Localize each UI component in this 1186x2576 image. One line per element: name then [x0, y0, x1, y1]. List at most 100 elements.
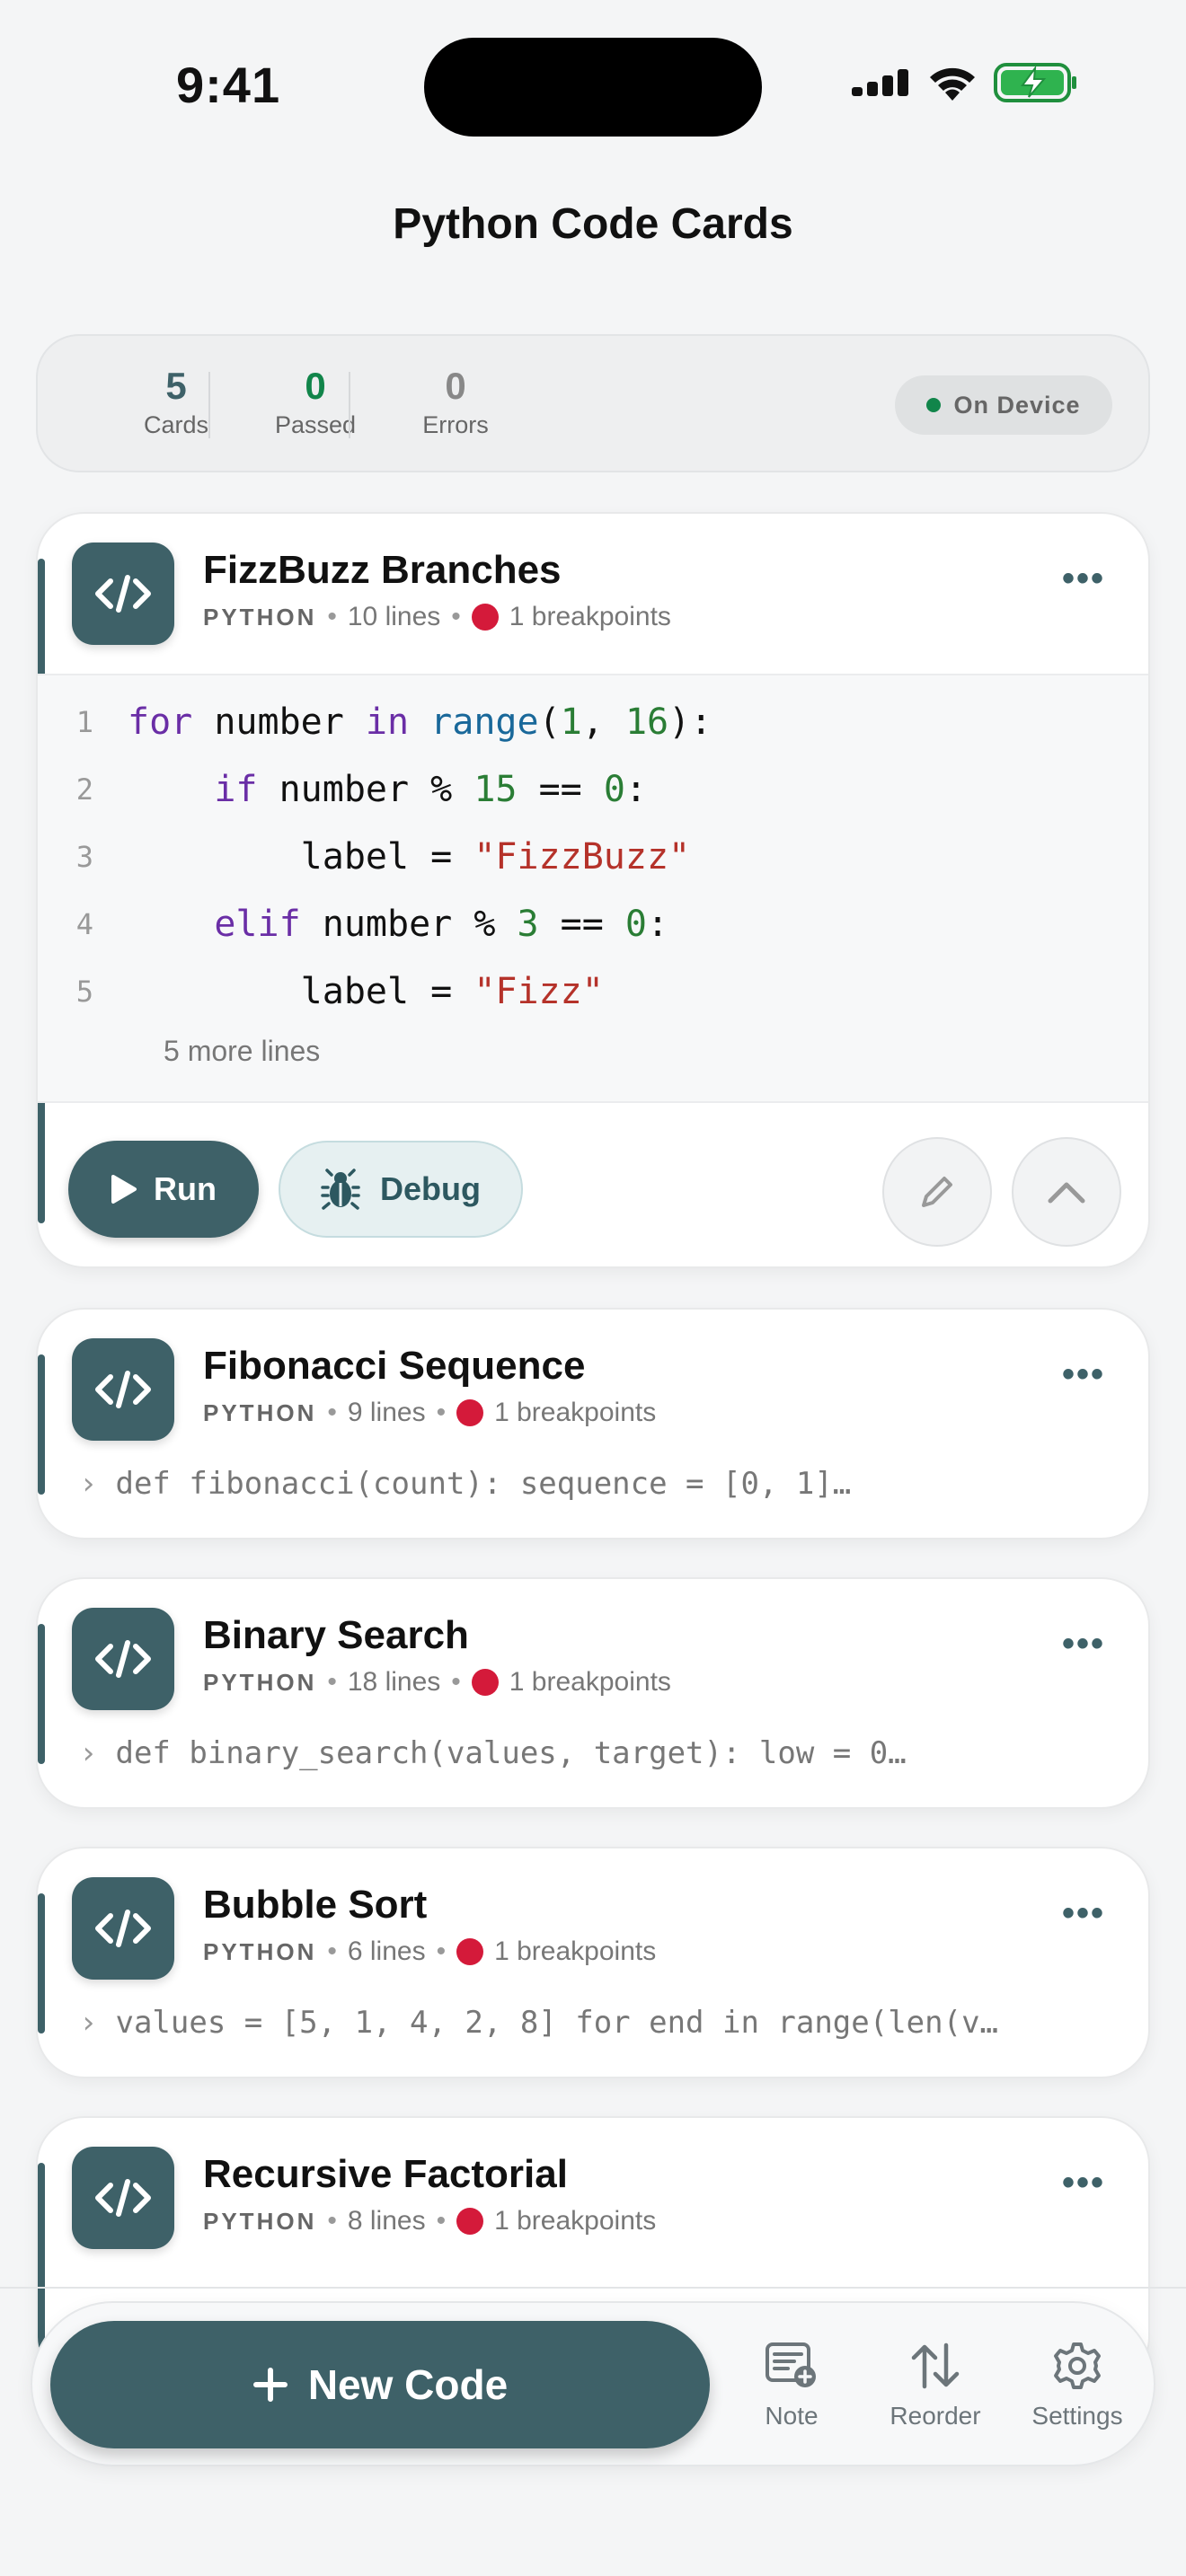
reorder-icon	[911, 2342, 960, 2389]
stat-passed-value: 0	[305, 365, 326, 407]
code-token: number %	[300, 904, 518, 945]
code-token: for	[128, 701, 193, 743]
code-line[interactable]: 1 for number in range(1, 16):	[38, 695, 712, 749]
code-token: label =	[128, 971, 474, 1012]
card-meta: PYTHON • 8 lines • 1 breakpoints	[203, 2206, 656, 2236]
code-token: ==	[538, 904, 625, 945]
code-preview[interactable]: › def binary_search(values, target): low …	[79, 1735, 1085, 1771]
stat-errors: 0 Errors	[388, 365, 523, 439]
card-line-count: 18 lines	[347, 1667, 441, 1697]
reorder-label: Reorder	[890, 2402, 981, 2430]
card-meta: PYTHON • 18 lines • 1 breakpoints	[203, 1667, 671, 1698]
wifi-icon	[930, 67, 975, 101]
edit-button[interactable]	[882, 1137, 992, 1247]
chevron-right-icon[interactable]: ›	[79, 1466, 97, 1502]
code-icon	[72, 1338, 174, 1441]
card-accent-bar	[38, 1893, 45, 2033]
chevron-right-icon[interactable]: ›	[79, 1735, 97, 1771]
line-number[interactable]: 1	[38, 705, 128, 739]
code-token: 0	[624, 904, 647, 945]
settings-label: Settings	[1031, 2402, 1123, 2430]
status-icons	[852, 63, 1078, 102]
more-options-icon[interactable]: •••	[1062, 1354, 1105, 1395]
card-meta: PYTHON • 10 lines • 1 breakpoints	[203, 602, 671, 632]
code-preview-text: def binary_search(values, target): low =…	[115, 1735, 907, 1771]
code-icon	[72, 1877, 174, 1980]
more-options-icon[interactable]: •••	[1062, 2163, 1105, 2203]
stat-divider	[208, 372, 210, 438]
card-meta: PYTHON • 6 lines • 1 breakpoints	[203, 1936, 656, 1967]
bug-icon	[321, 1169, 360, 1210]
note-label: Note	[765, 2402, 819, 2430]
meta-separator: •	[436, 1398, 447, 1427]
code-preview[interactable]: › values = [5, 1, 4, 2, 8] for end in ran…	[79, 2005, 1085, 2041]
debug-button[interactable]: Debug	[279, 1141, 523, 1238]
code-line[interactable]: 3 label = "FizzBuzz"	[38, 830, 690, 884]
more-lines-label[interactable]: 5 more lines	[164, 1035, 320, 1068]
code-card[interactable]: Binary Search PYTHON • 18 lines • 1 breakpoin…	[36, 1577, 1150, 1809]
card-title: Fibonacci Sequence	[203, 1344, 586, 1388]
card-language: PYTHON	[203, 1937, 317, 1965]
code-token: range	[430, 701, 539, 743]
meta-separator: •	[451, 1667, 461, 1697]
card-line-count: 6 lines	[347, 1936, 426, 1966]
card-accent-bar	[38, 1354, 45, 1495]
card-language: PYTHON	[203, 1398, 317, 1426]
code-icon	[72, 2147, 174, 2249]
on-device-label: On Device	[953, 391, 1081, 419]
reorder-button[interactable]: Reorder	[868, 2337, 1003, 2430]
code-editor[interactable]: 1 for number in range(1, 16): 2 if number …	[38, 674, 1148, 1103]
note-button[interactable]: Note	[724, 2337, 859, 2430]
breakpoint-icon	[456, 1938, 484, 1965]
settings-button[interactable]: Settings	[1010, 2337, 1145, 2430]
code-card[interactable]: Fibonacci Sequence PYTHON • 9 lines • 1 break…	[36, 1308, 1150, 1539]
code-token: 16	[624, 701, 669, 743]
code-line[interactable]: 4 elif number % 3 == 0:	[38, 897, 668, 951]
bottom-divider	[0, 2287, 1186, 2289]
card-language: PYTHON	[203, 603, 317, 631]
card-breakpoints: 1 breakpoints	[494, 1936, 657, 1966]
collapse-button[interactable]	[1012, 1137, 1121, 1247]
more-options-icon[interactable]: •••	[1062, 1624, 1105, 1664]
line-number[interactable]: 2	[38, 772, 128, 807]
code-token: ,	[581, 701, 625, 743]
meta-separator: •	[327, 1398, 337, 1427]
code-token: :	[624, 769, 648, 810]
line-number[interactable]: 3	[38, 840, 128, 874]
code-card[interactable]: Bubble Sort PYTHON • 6 lines • 1 breakpoints •…	[36, 1847, 1150, 2078]
gear-icon	[1054, 2342, 1101, 2389]
status-bar: 9:41	[0, 0, 1186, 171]
signal-icon	[852, 69, 908, 96]
card-language: PYTHON	[203, 2207, 317, 2235]
more-options-icon[interactable]: •••	[1062, 559, 1105, 599]
card-title: Recursive Factorial	[203, 2152, 568, 2196]
code-token: number %	[257, 769, 474, 810]
stat-cards: 5 Cards	[109, 365, 243, 439]
line-number[interactable]: 4	[38, 907, 128, 941]
stat-divider	[349, 372, 350, 438]
line-number[interactable]: 5	[38, 975, 128, 1009]
code-card-expanded[interactable]: FizzBuzz Branches PYTHON • 10 lines • 1 …	[36, 512, 1150, 1268]
code-line[interactable]: 5 label = "Fizz"	[38, 965, 604, 1019]
code-line[interactable]: 2 if number % 15 == 0:	[38, 763, 647, 816]
meta-separator: •	[436, 1936, 447, 1966]
code-token: ==	[517, 769, 604, 810]
card-line-count: 10 lines	[347, 602, 441, 631]
run-button[interactable]: Run	[68, 1141, 259, 1238]
stat-passed: 0 Passed	[248, 365, 383, 439]
meta-separator: •	[327, 2206, 337, 2236]
more-options-icon[interactable]: •••	[1062, 1893, 1105, 1934]
card-title: Binary Search	[203, 1613, 469, 1657]
chevron-right-icon[interactable]: ›	[79, 2005, 97, 2041]
code-token: elif	[214, 904, 301, 945]
play-icon	[111, 1175, 137, 1204]
code-preview[interactable]: › def fibonacci(count): sequence = [0, 1]…	[79, 1466, 1085, 1502]
new-code-button[interactable]: New Code	[50, 2321, 710, 2448]
code-preview-text: values = [5, 1, 4, 2, 8] for end in rang…	[115, 2005, 999, 2041]
run-label: Run	[154, 1170, 217, 1207]
meta-separator: •	[451, 602, 461, 631]
card-language: PYTHON	[203, 1668, 317, 1696]
